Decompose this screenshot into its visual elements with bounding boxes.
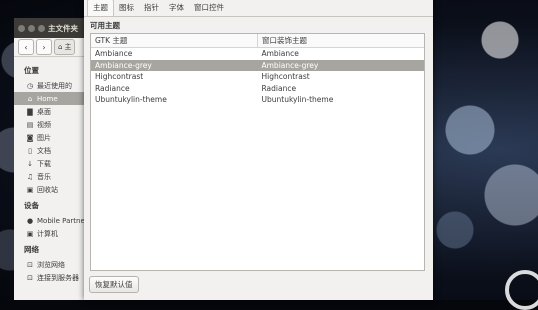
- theme-row[interactable]: Highcontrast Highcontrast: [91, 71, 424, 83]
- sidebar-item-label: 桌面: [37, 107, 51, 116]
- tab[interactable]: 主题: [87, 0, 114, 16]
- sidebar-item-label: 最近使用的: [37, 81, 72, 90]
- file-manager-titlebar: 主文件夹: [14, 18, 94, 38]
- section-title: 可用主题: [90, 21, 120, 30]
- sidebar-item-label: 回收站: [37, 185, 58, 194]
- tab[interactable]: 字体: [164, 0, 189, 16]
- network-icon: ⊡: [27, 260, 33, 269]
- chevron-left-icon: ‹: [24, 42, 28, 52]
- document-icon: ▯: [28, 146, 32, 155]
- sidebar: 位置 ◷ 最近使用的 ⌂ Home ▇ 桌面 ▤ 视频 ◙ 图片 ▯ 文档 ↓ 下载 ♫ 音乐 ▣ 回收站 设备 ● Mo…: [14, 57, 94, 284]
- download-icon: ↓: [27, 159, 33, 168]
- window-theme-cell: Ambiance: [261, 49, 299, 59]
- sidebar-item-label: 图片: [37, 133, 51, 142]
- tab[interactable]: 指针: [139, 0, 164, 16]
- home-icon: ⌂: [27, 94, 33, 103]
- film-icon: ▤: [26, 120, 34, 129]
- window-theme-cell: Ambiance-grey: [261, 60, 319, 70]
- window-theme-cell: Ubuntukylin-theme: [261, 95, 334, 105]
- sidebar-item-label: 音乐: [37, 172, 51, 181]
- sidebar-item[interactable]: ◷ 最近使用的: [14, 79, 94, 92]
- back-button[interactable]: ‹: [18, 39, 34, 55]
- gtk-theme-cell: Ambiance: [95, 49, 133, 59]
- close-icon[interactable]: [18, 24, 25, 32]
- file-manager-toolbar: ‹ › ⌂ 主: [14, 38, 94, 57]
- sidebar-item-label: 计算机: [37, 229, 58, 238]
- sidebar-item[interactable]: ◙ 图片: [14, 131, 94, 144]
- sidebar-item[interactable]: ⊡ 浏览网络: [14, 258, 94, 271]
- sidebar-item[interactable]: ↓ 下载: [14, 157, 94, 170]
- tab[interactable]: 图标: [114, 0, 139, 16]
- path-home-button[interactable]: ⌂ 主: [54, 39, 76, 55]
- sidebar-section-header: 网络: [24, 245, 39, 254]
- trash-icon: ▣: [26, 185, 34, 194]
- sidebar-item-label: 下载: [37, 159, 51, 168]
- sidebar-item-label: 浏览网络: [37, 260, 65, 269]
- minimize-icon[interactable]: [28, 24, 35, 32]
- sidebar-item-label: 视频: [37, 120, 51, 129]
- camera-icon: ◙: [26, 133, 34, 142]
- sidebar-item-label: 文档: [37, 146, 51, 155]
- file-manager-window: 主文件夹 ‹ › ⌂ 主 位置 ◷ 最近使用的 ⌂ Home ▇ 桌面 ▤ 视频 ◙ 图片 ▯ 文档 ↓ 下…: [14, 18, 94, 300]
- sidebar-item[interactable]: ▇ 桌面: [14, 105, 94, 118]
- computer-icon: ▣: [26, 229, 34, 238]
- gtk-theme-cell: Ambiance-grey: [95, 60, 152, 70]
- ubuntu-logo-icon: [505, 270, 538, 310]
- sidebar-item[interactable]: ▤ 视频: [14, 118, 94, 131]
- sidebar-item[interactable]: ● Mobile Partner: [14, 214, 94, 227]
- sidebar-item-label: Mobile Partner: [37, 216, 88, 225]
- tab[interactable]: 窗口控件: [189, 0, 229, 16]
- theme-settings-window: 主题 图标 指针 字体 窗口控件 可用主题 GTK 主题 窗口装饰主题 Ambiance…: [84, 0, 433, 300]
- theme-row[interactable]: Ambiance Ambiance: [91, 48, 424, 60]
- disc-icon: ●: [26, 216, 34, 225]
- chevron-right-icon: ›: [42, 42, 46, 52]
- theme-row[interactable]: Ubuntukylin-theme Ubuntukylin-theme: [91, 94, 424, 106]
- music-icon: ♫: [26, 172, 34, 181]
- column-header-gtk[interactable]: GTK 主题: [91, 34, 257, 47]
- column-header-window-decoration[interactable]: 窗口装饰主题: [257, 34, 424, 47]
- theme-list-body: Ambiance Ambiance Ambiance-grey Ambiance-gr…: [91, 48, 424, 106]
- file-manager-title: 主文件夹: [48, 23, 78, 33]
- sidebar-item[interactable]: ▣ 计算机: [14, 227, 94, 240]
- maximize-icon[interactable]: [38, 24, 45, 32]
- theme-list-header: GTK 主题 窗口装饰主题: [91, 34, 424, 48]
- forward-button[interactable]: ›: [36, 39, 52, 55]
- home-icon: ⌂: [58, 43, 63, 51]
- theme-row[interactable]: Ambiance-grey Ambiance-grey: [91, 59, 424, 71]
- network-icon: ⊡: [27, 273, 33, 282]
- tab-bar: 主题 图标 指针 字体 窗口控件: [84, 0, 433, 17]
- window-theme-cell: Highcontrast: [261, 72, 310, 82]
- gtk-theme-cell: Highcontrast: [95, 72, 144, 82]
- sidebar-section-header: 设备: [24, 201, 39, 210]
- sidebar-item[interactable]: ▣ 回收站: [14, 183, 94, 196]
- sidebar-item[interactable]: ▯ 文档: [14, 144, 94, 157]
- sidebar-section-header: 位置: [24, 66, 39, 75]
- gtk-theme-cell: Radiance: [95, 83, 130, 93]
- window-theme-cell: Radiance: [261, 83, 297, 93]
- sidebar-item[interactable]: ♫ 音乐: [14, 170, 94, 183]
- sidebar-item[interactable]: ⊡ 连接到服务器: [14, 271, 94, 284]
- clock-icon: ◷: [26, 81, 34, 90]
- folder-icon: ▇: [27, 107, 33, 116]
- path-label: 主: [64, 43, 72, 51]
- theme-list[interactable]: GTK 主题 窗口装饰主题 Ambiance Ambiance Ambiance-g…: [90, 33, 425, 271]
- gtk-theme-cell: Ubuntukylin-theme: [95, 95, 167, 105]
- sidebar-item-label: 连接到服务器: [37, 273, 79, 282]
- sidebar-item[interactable]: ⌂ Home: [14, 92, 94, 105]
- sidebar-item-label: Home: [37, 94, 58, 103]
- reset-defaults-button[interactable]: 恢复默认值: [89, 276, 139, 293]
- theme-row[interactable]: Radiance Radiance: [91, 83, 424, 95]
